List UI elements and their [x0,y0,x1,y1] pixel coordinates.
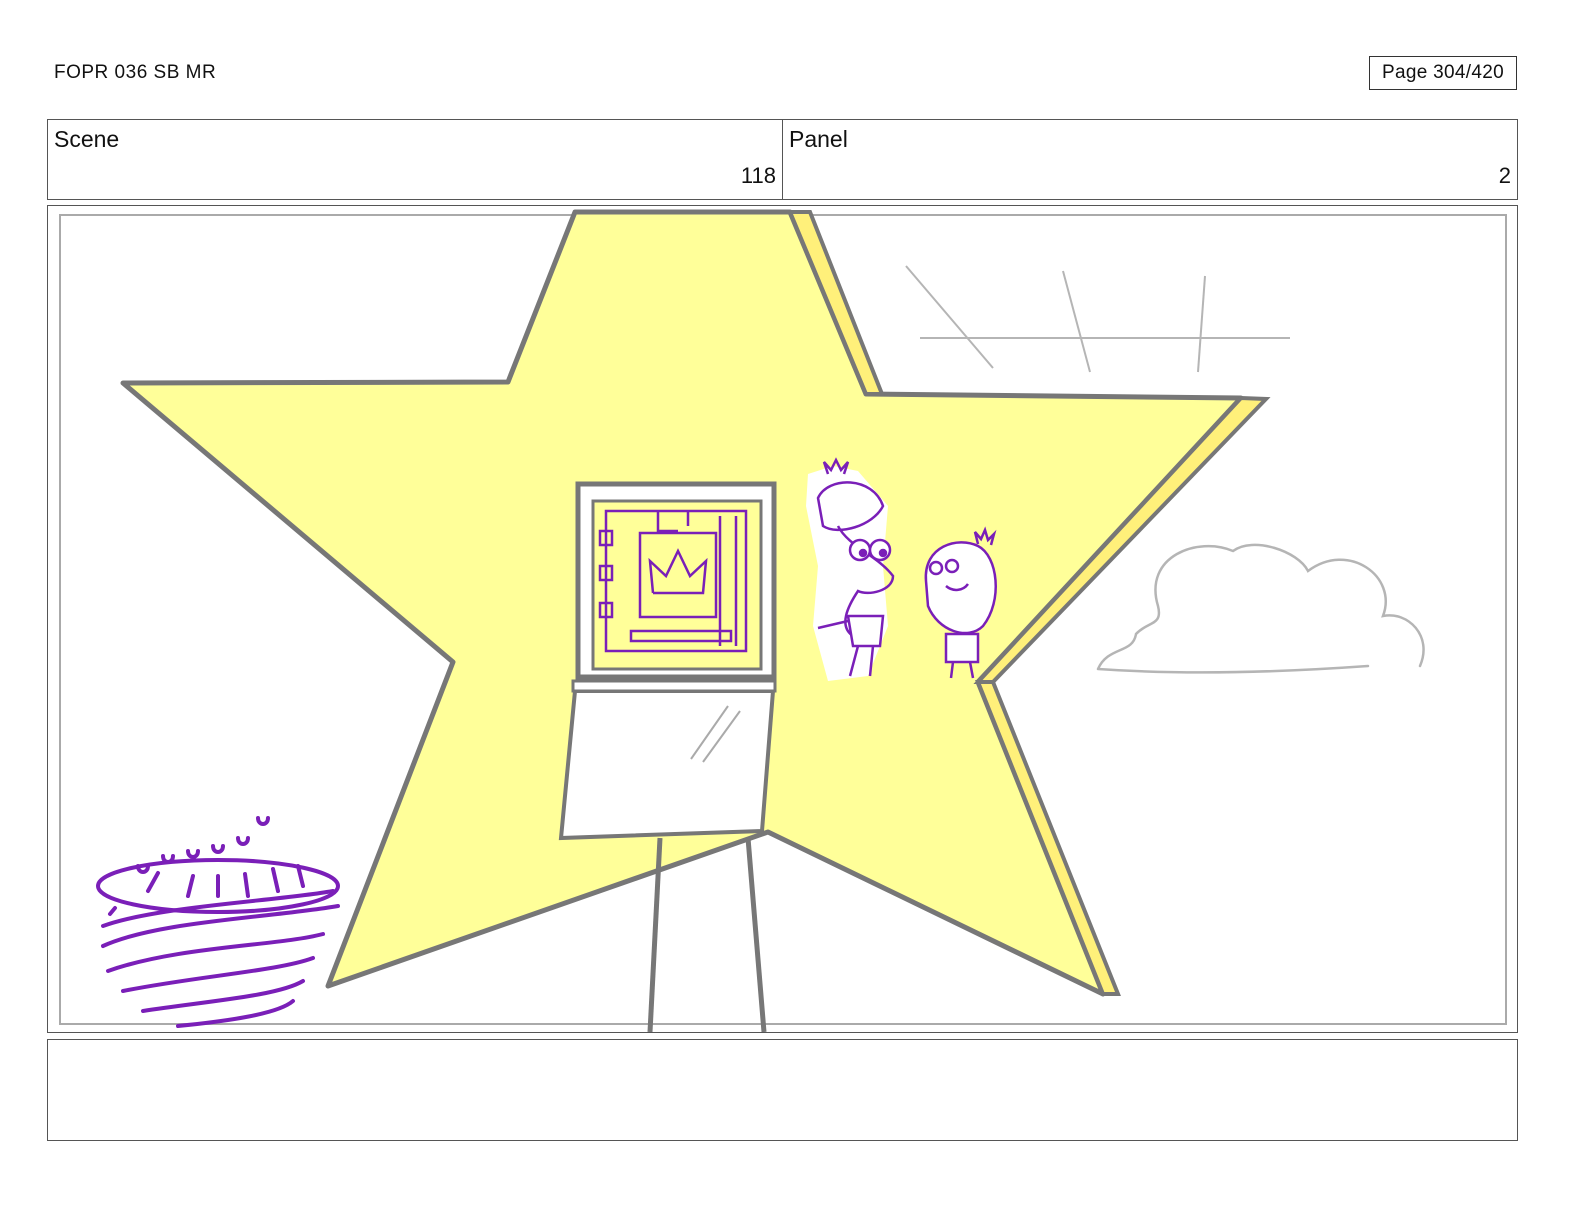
storyboard-panel [47,205,1518,1033]
storyboard-drawing [96,209,1425,1032]
panel-number: 2 [1498,163,1511,188]
sign-base [558,689,776,841]
background-sketch-lines [905,265,1290,373]
scene-number: 118 [740,163,776,188]
cloud-sketch [1096,543,1425,674]
panel-cell: Panel 2 [782,120,1517,199]
page-number: Page 304/420 [1369,56,1517,90]
document-id: FOPR 036 SB MR [54,62,217,83]
panel-label: Panel [789,126,848,152]
scene-cell: Scene 118 [48,120,782,199]
scene-panel-info: Scene 118 Panel 2 [47,119,1518,200]
scene-label: Scene [54,126,120,152]
whirlwind-sketch [96,816,340,1028]
sign-ledge [571,679,777,693]
notes-box [47,1039,1518,1141]
